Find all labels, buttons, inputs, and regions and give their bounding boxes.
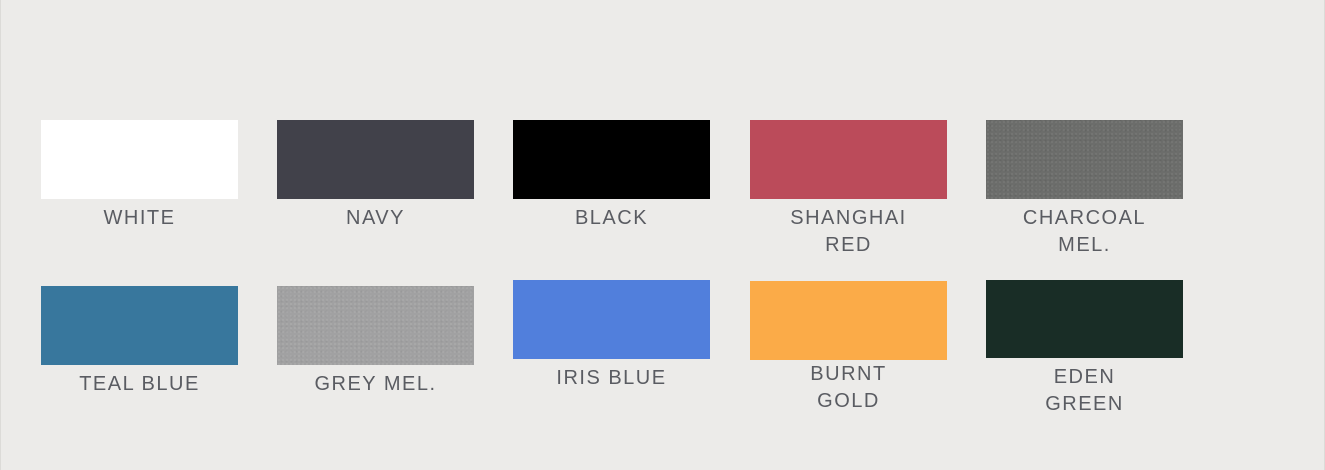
color-chip-navy[interactable] <box>277 120 474 199</box>
swatch-label-line: WHITE <box>103 207 176 229</box>
color-chip-white[interactable] <box>41 120 238 199</box>
swatch-label-black: BLACK <box>513 205 710 232</box>
color-palette: WHITE NAVY BLACK SHANGHAI RED CHARCOAL M… <box>1 0 1325 470</box>
color-chip-charcoal-mel[interactable] <box>986 120 1183 199</box>
swatch-shanghai-red[interactable]: SHANGHAI RED <box>750 120 947 259</box>
swatch-label-charcoal-mel: CHARCOAL MEL. <box>986 205 1183 259</box>
swatch-label-line: TEAL BLUE <box>79 373 200 395</box>
swatch-burnt-gold[interactable]: BURNT GOLD <box>750 281 947 415</box>
swatch-label-white: WHITE <box>41 205 238 232</box>
color-chip-burnt-gold[interactable] <box>750 281 947 360</box>
swatch-label-line: GREY MEL. <box>314 373 437 395</box>
swatch-label-eden-green: EDEN GREEN <box>986 364 1183 418</box>
swatch-label-line: BURNT <box>810 363 887 385</box>
swatch-label-shanghai-red: SHANGHAI RED <box>750 205 947 259</box>
swatch-label-line: SHANGHAI <box>790 207 907 229</box>
color-chip-iris-blue[interactable] <box>513 280 710 359</box>
swatch-iris-blue[interactable]: IRIS BLUE <box>513 280 710 392</box>
color-chip-grey-mel[interactable] <box>277 286 474 365</box>
swatch-label-line: BLACK <box>574 207 649 229</box>
swatch-white[interactable]: WHITE <box>41 120 238 232</box>
color-chip-eden-green[interactable] <box>986 280 1183 358</box>
swatch-label-grey-mel: GREY MEL. <box>277 371 474 398</box>
swatch-label-teal-blue: TEAL BLUE <box>41 371 238 398</box>
swatch-label-line: NAVY <box>346 207 405 229</box>
swatch-label-line: GOLD <box>817 390 880 412</box>
swatch-label-line: MEL. <box>1058 234 1111 256</box>
swatch-eden-green[interactable]: EDEN GREEN <box>986 280 1183 418</box>
swatch-teal-blue[interactable]: TEAL BLUE <box>41 286 238 398</box>
swatch-navy[interactable]: NAVY <box>277 120 474 232</box>
swatch-grey-mel[interactable]: GREY MEL. <box>277 286 474 398</box>
color-chip-teal-blue[interactable] <box>41 286 238 365</box>
swatch-label-line: IRIS BLUE <box>556 367 667 389</box>
swatch-label-line: EDEN <box>1053 366 1116 388</box>
swatch-black[interactable]: BLACK <box>513 120 710 232</box>
swatch-label-line: GREEN <box>1045 393 1124 415</box>
swatch-charcoal-mel[interactable]: CHARCOAL MEL. <box>986 120 1183 259</box>
color-chip-shanghai-red[interactable] <box>750 120 947 199</box>
swatch-label-iris-blue: IRIS BLUE <box>513 365 710 392</box>
swatch-label-line: CHARCOAL <box>1022 207 1147 229</box>
swatch-label-navy: NAVY <box>277 205 474 232</box>
color-chip-black[interactable] <box>513 120 710 199</box>
swatch-label-burnt-gold: BURNT GOLD <box>750 361 947 415</box>
swatch-label-line: RED <box>825 234 872 256</box>
